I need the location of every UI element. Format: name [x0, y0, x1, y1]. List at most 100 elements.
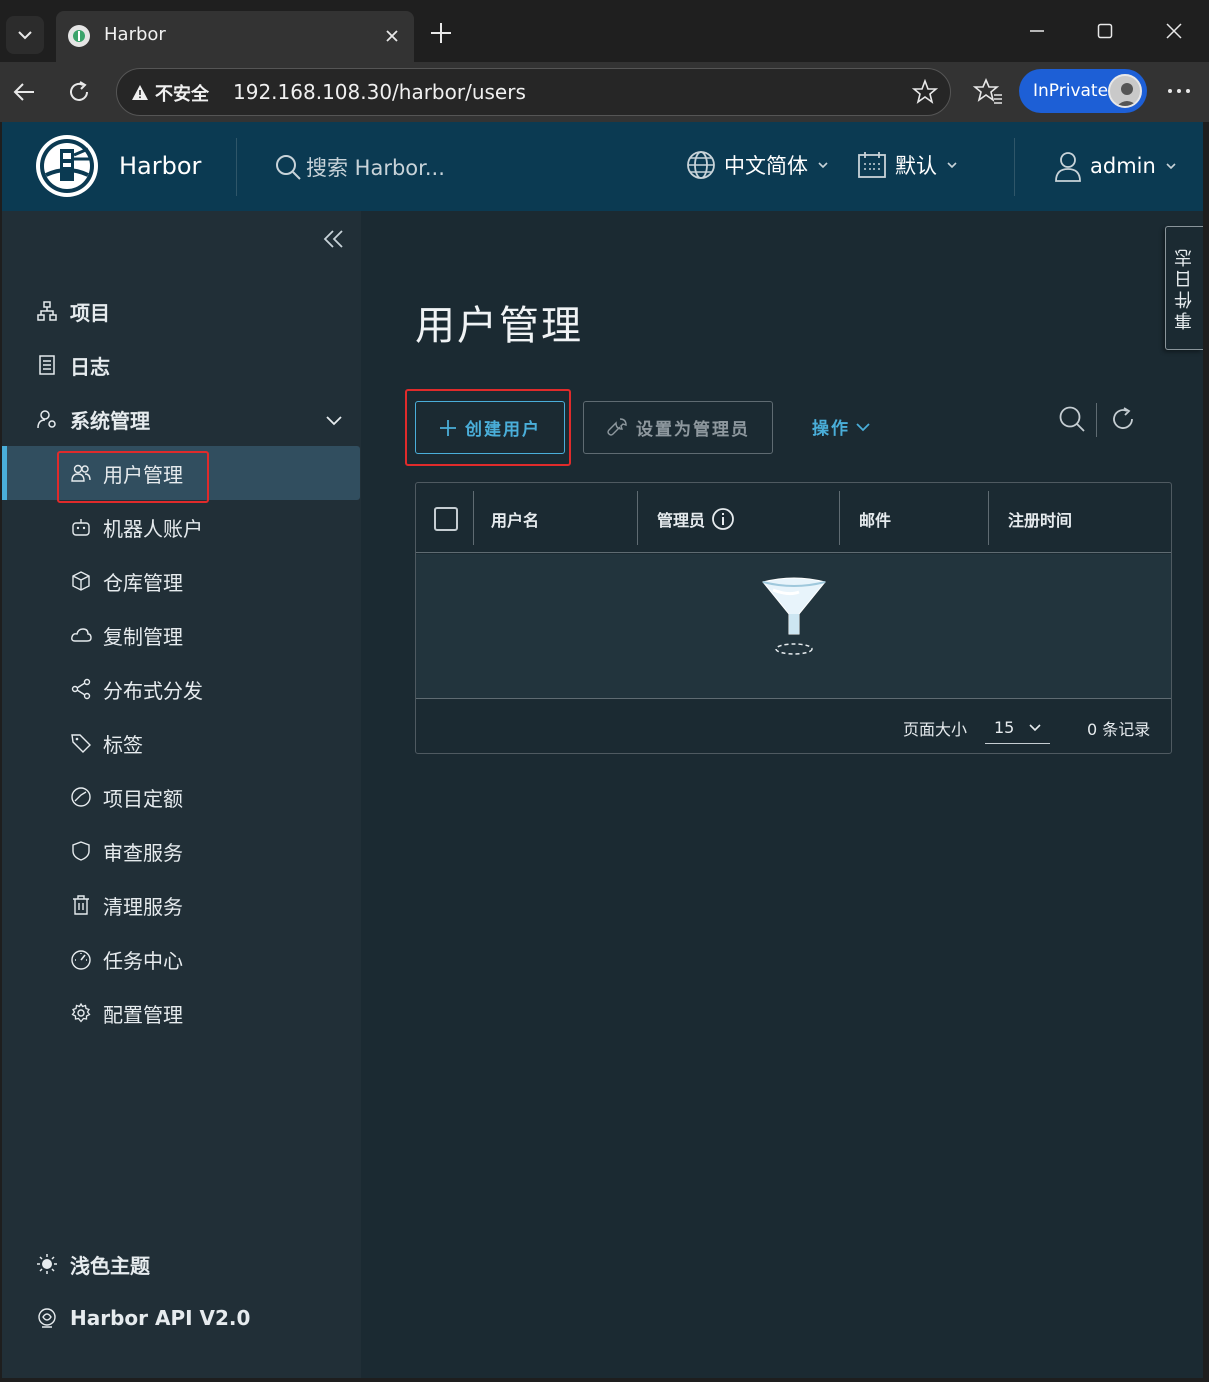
column-header-label: 管理员	[657, 511, 706, 530]
new-tab-icon[interactable]	[426, 18, 456, 48]
date-format-dropdown[interactable]: 默认	[857, 150, 959, 180]
browser-tab[interactable]: Harbor	[56, 11, 414, 62]
column-separator	[839, 491, 840, 545]
harbor-logo-icon[interactable]	[36, 135, 98, 197]
sidebar-item-projects[interactable]: 项目	[2, 284, 361, 338]
info-icon[interactable]	[711, 507, 735, 531]
close-tab-icon[interactable]	[380, 24, 404, 48]
sidebar-item-admin[interactable]: 系统管理	[2, 392, 361, 446]
set-admin-button[interactable]: 设置为管理员	[583, 401, 773, 454]
security-indicator[interactable]: 不安全	[131, 80, 209, 106]
chevron-down-icon	[1166, 163, 1176, 170]
sidebar-item-label: 仓库管理	[103, 570, 183, 595]
page-size-label: 页面大小	[903, 720, 968, 739]
sidebar-item-label: 标签	[103, 732, 143, 757]
sidebar-item-labels[interactable]: 标签	[2, 716, 361, 770]
calendar-icon	[858, 152, 886, 178]
logs-icon	[36, 354, 58, 376]
date-format-label: 默认	[895, 154, 937, 178]
sidebar-item-label: 分布式分发	[103, 678, 203, 703]
more-options-icon[interactable]	[1164, 76, 1194, 106]
select-all-checkbox[interactable]	[434, 507, 458, 531]
sidebar-item-quotas[interactable]: 项目定额	[2, 770, 361, 824]
record-count: 0 条记录	[1087, 720, 1151, 739]
collapse-sidebar-icon[interactable]	[322, 227, 346, 251]
column-header-username[interactable]: 用户名	[491, 507, 539, 531]
admin-icon	[36, 408, 58, 430]
header-divider	[236, 138, 237, 196]
window-edge	[1203, 122, 1209, 1382]
event-log-label: 事件日志	[1173, 246, 1195, 330]
gear-icon	[70, 1002, 92, 1024]
sidebar-item-distributions[interactable]: 分布式分发	[2, 662, 361, 716]
main-content: 用户管理 创建用户 设置为管理员 操作 用户名 管理员 邮件 注册时间 页面大小…	[361, 211, 1203, 1378]
sidebar-item-job-center[interactable]: 任务中心	[2, 932, 361, 986]
sidebar-item-logs[interactable]: 日志	[2, 338, 361, 392]
sidebar-item-gc[interactable]: 清理服务	[2, 878, 361, 932]
sidebar-item-robot-accounts[interactable]: 机器人账户	[2, 500, 361, 554]
dashboard-icon	[70, 948, 92, 970]
sidebar-item-replications[interactable]: 复制管理	[2, 608, 361, 662]
close-window-icon[interactable]	[1157, 14, 1191, 48]
page-title: 用户管理	[415, 303, 583, 349]
sidebar-item-registries[interactable]: 仓库管理	[2, 554, 361, 608]
search-icon[interactable]	[1058, 405, 1086, 433]
set-admin-label: 设置为管理员	[636, 420, 750, 440]
sidebar-item-interrogation[interactable]: 审查服务	[2, 824, 361, 878]
sidebar-item-label: 系统管理	[70, 408, 150, 433]
column-header-admin[interactable]: 管理员	[657, 507, 735, 531]
sidebar-item-label: 项目	[70, 300, 110, 325]
theme-toggle[interactable]: 浅色主题	[2, 1237, 361, 1291]
app-header: Harbor 搜索 Harbor... 中文简体 默认 admin	[2, 122, 1203, 211]
chevron-down-icon[interactable]	[324, 410, 344, 430]
refresh-icon[interactable]	[61, 74, 97, 110]
api-explorer-link[interactable]: Harbor API V2.0	[2, 1291, 361, 1345]
sidebar-item-label: 机器人账户	[103, 516, 203, 541]
actions-label: 操作	[812, 419, 850, 439]
global-search[interactable]: 搜索 Harbor...	[274, 152, 445, 182]
star-icon[interactable]	[912, 79, 938, 105]
back-icon[interactable]	[6, 74, 42, 110]
brand-name[interactable]: Harbor	[119, 152, 201, 180]
replication-icon	[70, 624, 92, 646]
chevron-down-icon	[856, 422, 870, 431]
language-dropdown[interactable]: 中文简体	[686, 150, 830, 180]
maximize-icon[interactable]	[1088, 14, 1122, 48]
refresh-icon[interactable]	[1109, 405, 1137, 433]
address-bar[interactable]: 不安全 192.168.108.30/harbor/users	[116, 68, 951, 116]
url-text[interactable]: 192.168.108.30/harbor/users	[233, 80, 526, 104]
window-edge	[0, 1378, 1209, 1382]
event-log-tab[interactable]: 事件日志	[1165, 226, 1203, 350]
datagrid-body	[416, 554, 1171, 699]
favorites-icon[interactable]	[972, 76, 1004, 108]
tab-list-button[interactable]	[6, 16, 44, 54]
minimize-icon[interactable]	[1020, 14, 1054, 48]
harbor-favicon-icon	[68, 25, 90, 47]
chevron-down-icon	[18, 31, 32, 40]
quota-icon	[70, 786, 92, 808]
inprivate-badge[interactable]: InPrivate	[1019, 69, 1147, 113]
column-header-register-time[interactable]: 注册时间	[1008, 507, 1072, 531]
search-icon	[276, 155, 301, 180]
toolbar-divider	[1096, 403, 1097, 437]
distribution-icon	[70, 678, 92, 700]
sidebar-item-configuration[interactable]: 配置管理	[2, 986, 361, 1040]
inprivate-label: InPrivate	[1033, 81, 1109, 101]
warning-icon	[132, 85, 148, 100]
column-separator	[473, 491, 474, 545]
tab-title: Harbor	[104, 24, 166, 45]
actions-dropdown[interactable]: 操作	[812, 414, 872, 439]
security-label: 不安全	[155, 84, 209, 105]
column-header-email[interactable]: 邮件	[859, 507, 891, 531]
sidebar-item-label: 任务中心	[103, 948, 183, 973]
robot-icon	[70, 516, 92, 538]
browser-tabbar: Harbor	[0, 0, 1209, 62]
highlight-box	[405, 389, 571, 466]
wrench-icon	[607, 417, 627, 436]
user-dropdown[interactable]: admin	[1054, 150, 1178, 182]
sidebar-item-label: 配置管理	[103, 1002, 183, 1027]
globe-icon	[687, 151, 715, 179]
datagrid-footer: 页面大小 15 0 条记录	[416, 700, 1171, 754]
page-size-select[interactable]: 15	[985, 712, 1050, 744]
users-datagrid: 用户名 管理员 邮件 注册时间 页面大小 15 0 条记录	[415, 482, 1172, 754]
